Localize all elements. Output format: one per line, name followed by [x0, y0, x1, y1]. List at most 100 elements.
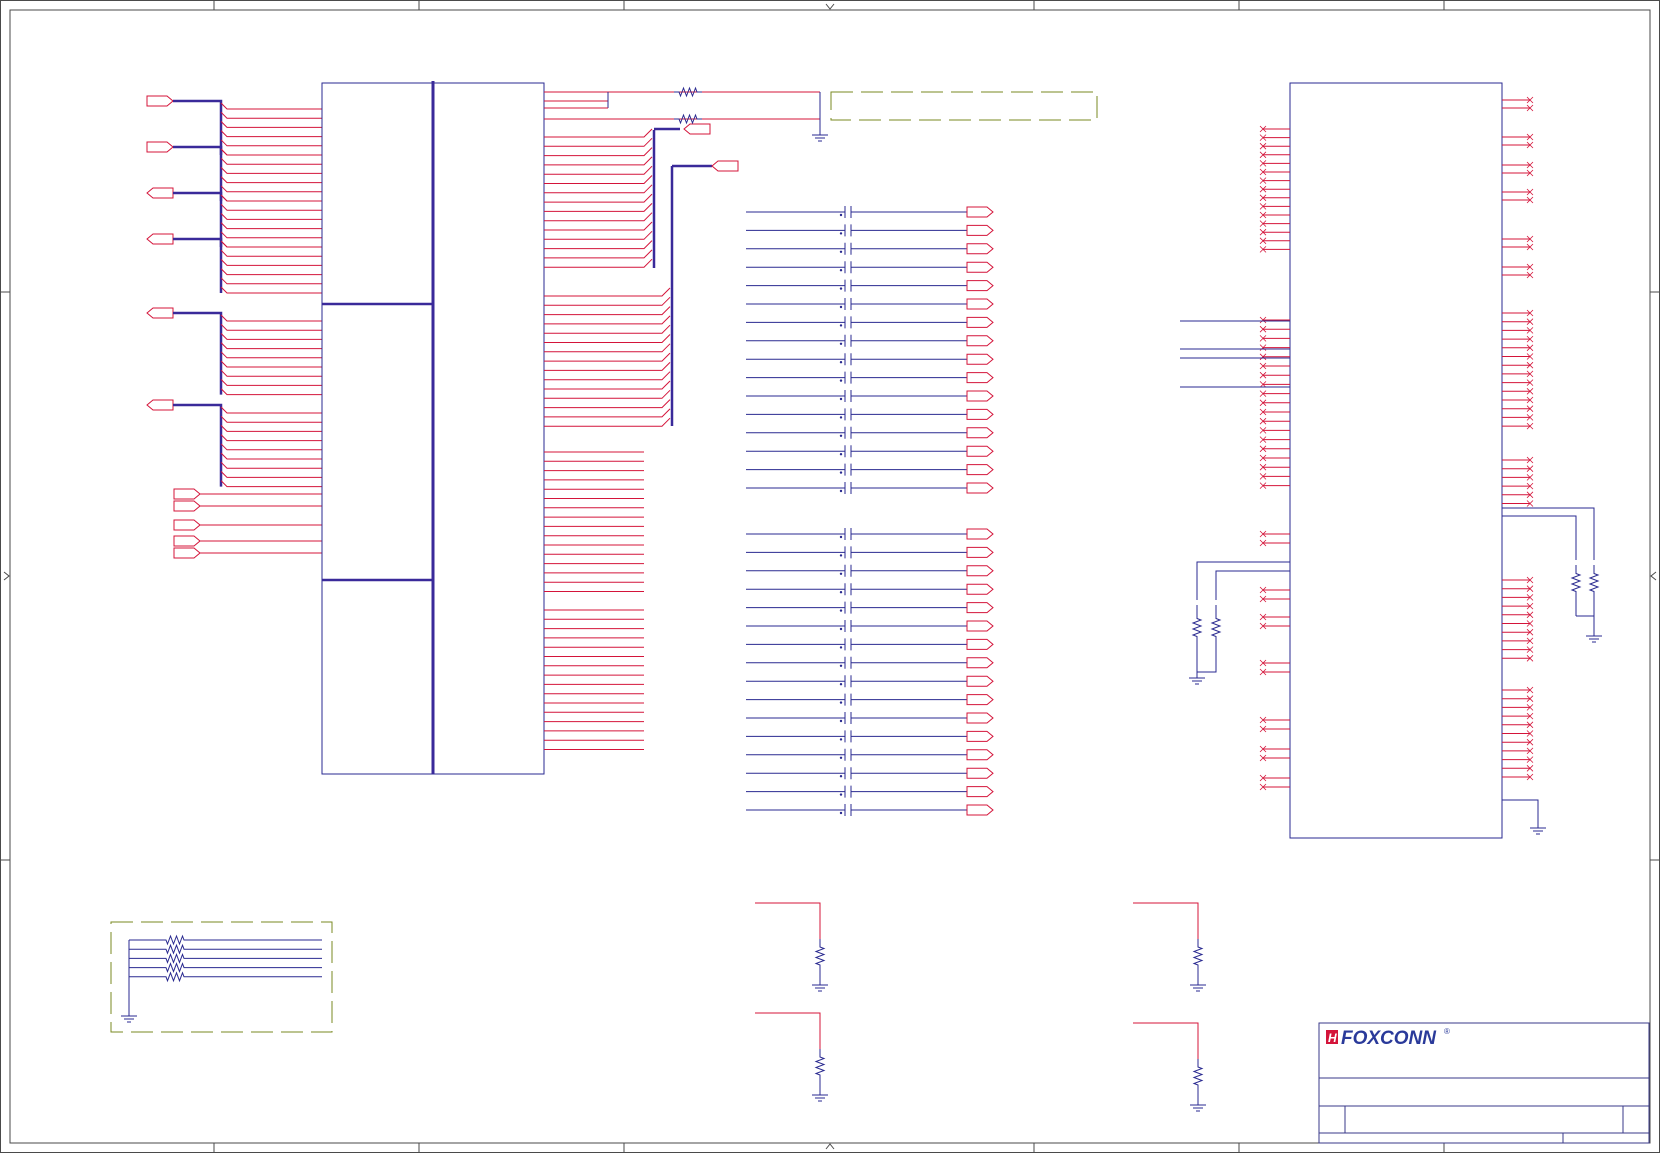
bus-entry-wire	[544, 184, 653, 194]
hierarchical-port-icon	[966, 316, 994, 328]
bus-entry-wire	[220, 360, 322, 368]
capacitor-polarity-dot	[839, 416, 843, 419]
hierarchical-port-icon	[146, 233, 174, 245]
ground-icon	[1190, 1099, 1206, 1112]
capacitor-polarity-dot	[839, 646, 843, 649]
bus-entry-wire	[220, 471, 322, 478]
bus-entry-wire	[544, 258, 653, 268]
bus-entry-wire	[220, 167, 322, 174]
wire	[755, 1012, 821, 1049]
ground-icon	[1190, 979, 1206, 992]
bus-entry-wire	[544, 399, 671, 409]
company-name: FOXCONN	[1341, 1028, 1437, 1049]
bus-entry-wire	[220, 342, 322, 350]
bus-entry-wire	[220, 268, 322, 276]
bus-entry-wire	[220, 194, 322, 202]
resistor-icon	[1192, 1059, 1204, 1093]
bus-entry-wire	[544, 128, 653, 138]
hierarchical-port-icon	[966, 712, 994, 724]
capacitor-polarity-dot	[839, 664, 843, 667]
bus-entry-wire	[544, 240, 653, 250]
center-arrow-icon	[825, 1143, 835, 1150]
capacitor-polarity-dot	[839, 213, 843, 217]
capacitor-polarity-dot	[839, 379, 843, 382]
bus-entry-wire	[220, 213, 322, 220]
hierarchical-port-icon	[146, 187, 174, 199]
hierarchical-port-icon	[966, 464, 994, 476]
hierarchical-port-icon	[966, 657, 994, 669]
bus-entry-wire	[220, 139, 322, 147]
bus-entry-wire	[544, 212, 653, 222]
resistor-icon	[1191, 605, 1203, 650]
capacitor-polarity-dot	[839, 554, 843, 557]
title-block: H FOXCONN ®	[1318, 1022, 1650, 1144]
bus-entry-wire	[544, 371, 671, 381]
bus-entry-wire	[544, 324, 671, 334]
capacitor-polarity-dot	[839, 535, 843, 539]
note-box	[830, 91, 1098, 121]
capacitor-polarity-dot	[839, 342, 843, 345]
hierarchical-port-icon	[966, 749, 994, 761]
center-arrow-icon	[1650, 571, 1657, 581]
inner-border	[9, 9, 1651, 1144]
capacitor-polarity-dot	[839, 269, 843, 272]
bus-entry-wire	[220, 480, 322, 488]
hierarchical-port-icon	[966, 445, 994, 457]
capacitor-polarity-dot	[839, 756, 843, 759]
capacitor-polarity-dot	[839, 811, 843, 815]
hierarchical-port-icon	[966, 482, 994, 494]
bus-entry-wire	[220, 415, 322, 423]
resistor-icon	[160, 952, 190, 964]
bus-entry-wire	[220, 148, 322, 156]
resistor-icon	[674, 86, 702, 98]
bus-entry-wire	[220, 157, 322, 165]
capacitor-polarity-dot	[839, 250, 843, 253]
bus-entry-wire	[544, 417, 671, 427]
bus-entry-wire	[544, 203, 653, 212]
capacitor-polarity-dot	[839, 775, 843, 778]
bus-entry-wire	[544, 221, 653, 231]
bus-entry-wire	[220, 388, 322, 396]
left-bus-block	[146, 95, 322, 559]
hierarchical-port-icon	[173, 519, 201, 531]
capacitor-polarity-dot	[839, 361, 843, 364]
capacitor-polarity-dot	[839, 627, 843, 631]
ground-icon	[1586, 630, 1602, 643]
bus-entry-wire	[544, 408, 671, 418]
bus-entry-wire	[544, 362, 671, 371]
bus-entry-wire	[544, 287, 671, 297]
capacitor-polarity-dot	[839, 453, 843, 456]
hierarchical-port-icon	[966, 335, 994, 347]
hierarchical-port-icon	[966, 372, 994, 384]
hierarchical-port-icon	[966, 620, 994, 632]
bus-entry-wire	[220, 443, 322, 451]
capacitor-polarity-dot	[839, 609, 843, 612]
bus-entry-wire	[220, 379, 322, 386]
resistor-icon	[160, 934, 190, 946]
hierarchical-port-icon	[966, 730, 994, 742]
bus-entry-wire	[220, 130, 322, 138]
resistor-icon	[1570, 565, 1582, 600]
center-arrow-icon	[3, 571, 10, 581]
capacitor-polarity-dot	[839, 683, 843, 686]
hierarchical-port-icon	[683, 123, 711, 135]
registered-mark: ®	[1444, 1027, 1450, 1036]
capacitor-polarity-dot	[839, 738, 843, 741]
signal-bus	[173, 237, 223, 293]
wire	[1196, 561, 1290, 600]
bus-entry-wire	[544, 389, 671, 399]
hierarchical-port-icon	[146, 307, 174, 319]
capacitor-polarity-dot	[839, 305, 843, 309]
hierarchical-port-icon	[966, 390, 994, 402]
capacitor-polarity-dot	[839, 287, 843, 290]
bus-entry-wire	[220, 323, 322, 331]
bus-entry-wire	[544, 352, 671, 362]
bus-entry-wire	[544, 175, 653, 184]
resistor-icon	[160, 962, 190, 974]
hierarchical-port-icon	[966, 224, 994, 236]
center-arrow-icon	[825, 3, 835, 10]
hierarchical-port-icon	[146, 141, 174, 153]
wire	[1502, 799, 1539, 822]
wire	[1133, 1022, 1199, 1059]
bus-entry-wire	[220, 240, 322, 248]
